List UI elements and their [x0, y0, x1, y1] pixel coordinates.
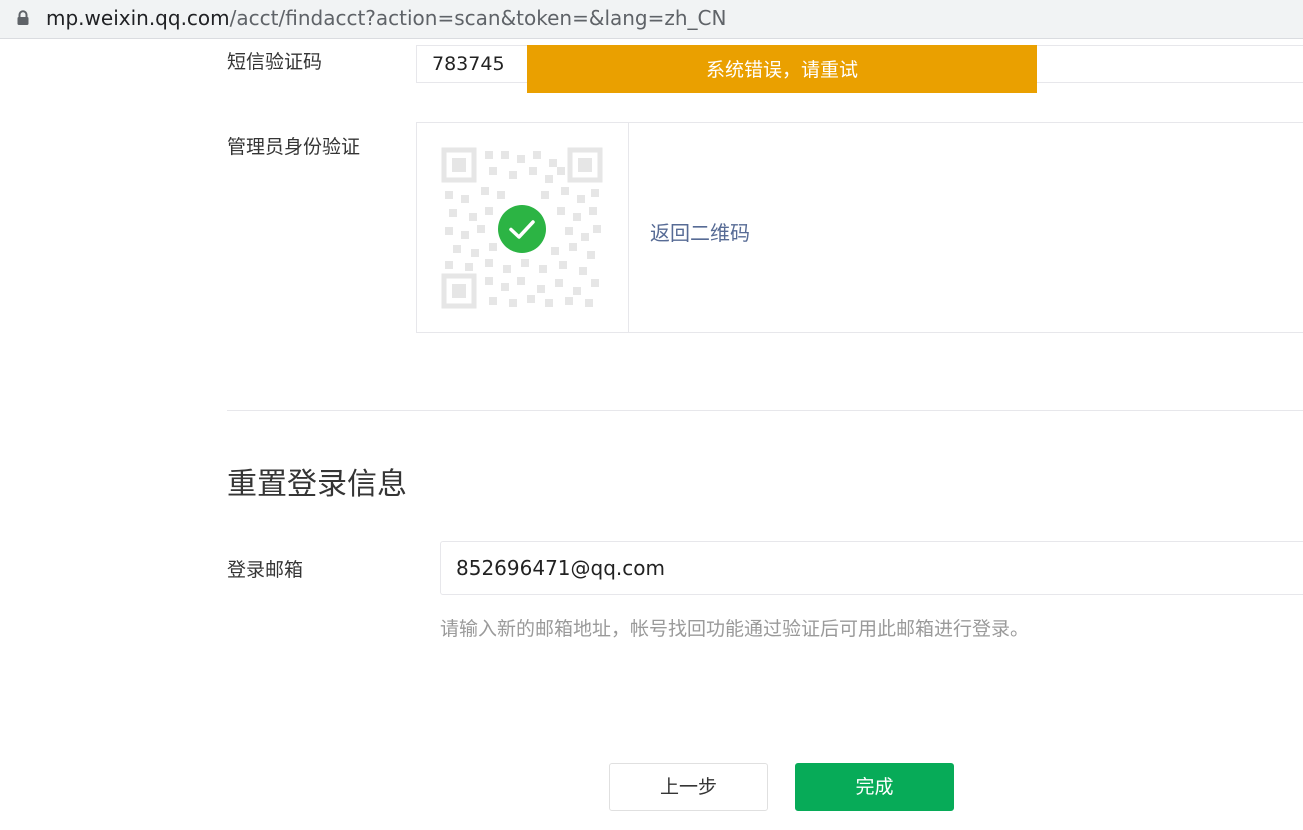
qr-verify-box: 返回二维码 [416, 122, 1303, 333]
sms-code-label: 短信验证码 [227, 51, 323, 73]
section-divider [227, 410, 1303, 411]
page-content: 短信验证码 783745 系统错误，请重试 管理员身份验证 返回二维码 重置登录… [0, 39, 1303, 830]
reset-login-title: 重置登录信息 [227, 467, 407, 502]
back-to-qrcode-link[interactable]: 返回二维码 [650, 217, 750, 246]
check-circle-icon [498, 205, 546, 253]
login-email-label: 登录邮箱 [227, 559, 304, 581]
url-host: mp.weixin.qq.com [46, 6, 230, 30]
error-toast: 系统错误，请重试 [527, 45, 1037, 93]
previous-step-button[interactable]: 上一步 [609, 763, 768, 811]
login-email-input[interactable] [440, 541, 1303, 595]
url-text[interactable]: mp.weixin.qq.com/acct/findacct?action=sc… [46, 5, 726, 31]
url-path: /acct/findacct?action=scan&token=&lang=z… [229, 6, 727, 30]
admin-verify-label: 管理员身份验证 [227, 136, 361, 158]
qr-cell [417, 123, 629, 332]
finish-button[interactable]: 完成 [795, 763, 954, 811]
address-bar[interactable]: mp.weixin.qq.com/acct/findacct?action=sc… [0, 0, 1303, 39]
lock-icon [17, 10, 29, 25]
email-hint-text: 请输入新的邮箱地址，帐号找回功能通过验证后可用此邮箱进行登录。 [440, 618, 1030, 640]
